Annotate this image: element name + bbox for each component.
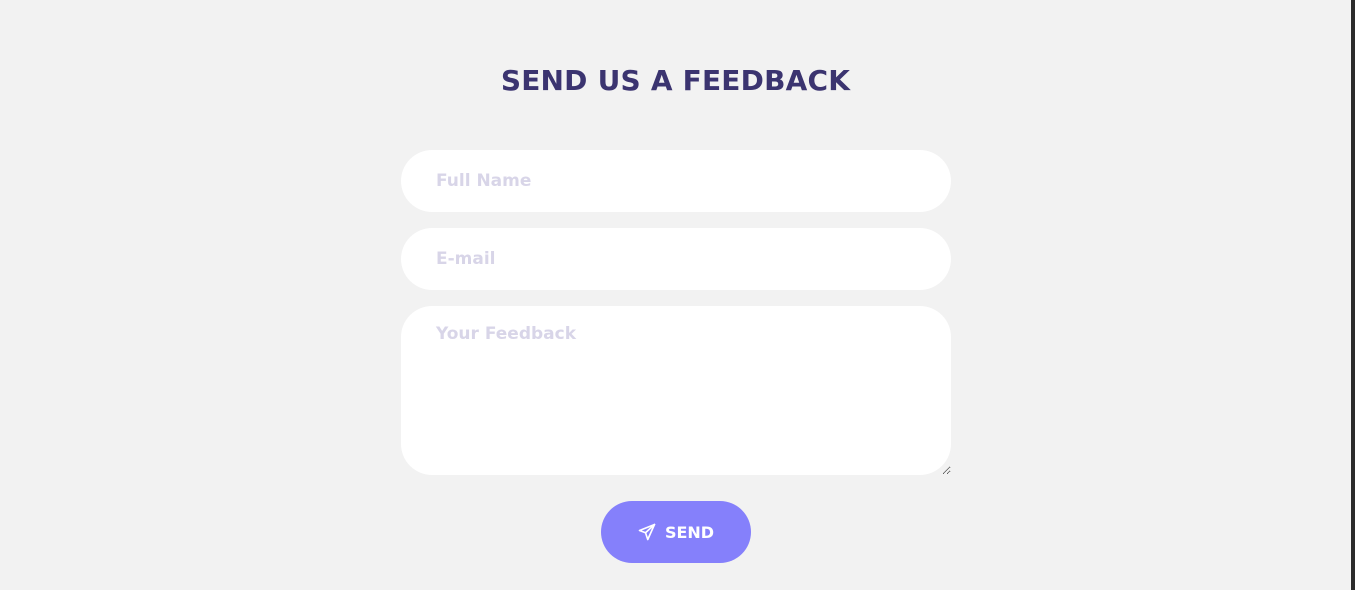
page-title: SEND US A FEEDBACK (500, 64, 851, 97)
window-edge (1351, 0, 1355, 590)
feedback-textarea[interactable] (401, 306, 951, 475)
full-name-input[interactable] (401, 150, 951, 212)
email-input[interactable] (401, 228, 951, 290)
send-button-label: SEND (664, 522, 715, 542)
send-button[interactable]: SEND (601, 501, 751, 563)
paper-plane-icon (638, 523, 656, 541)
